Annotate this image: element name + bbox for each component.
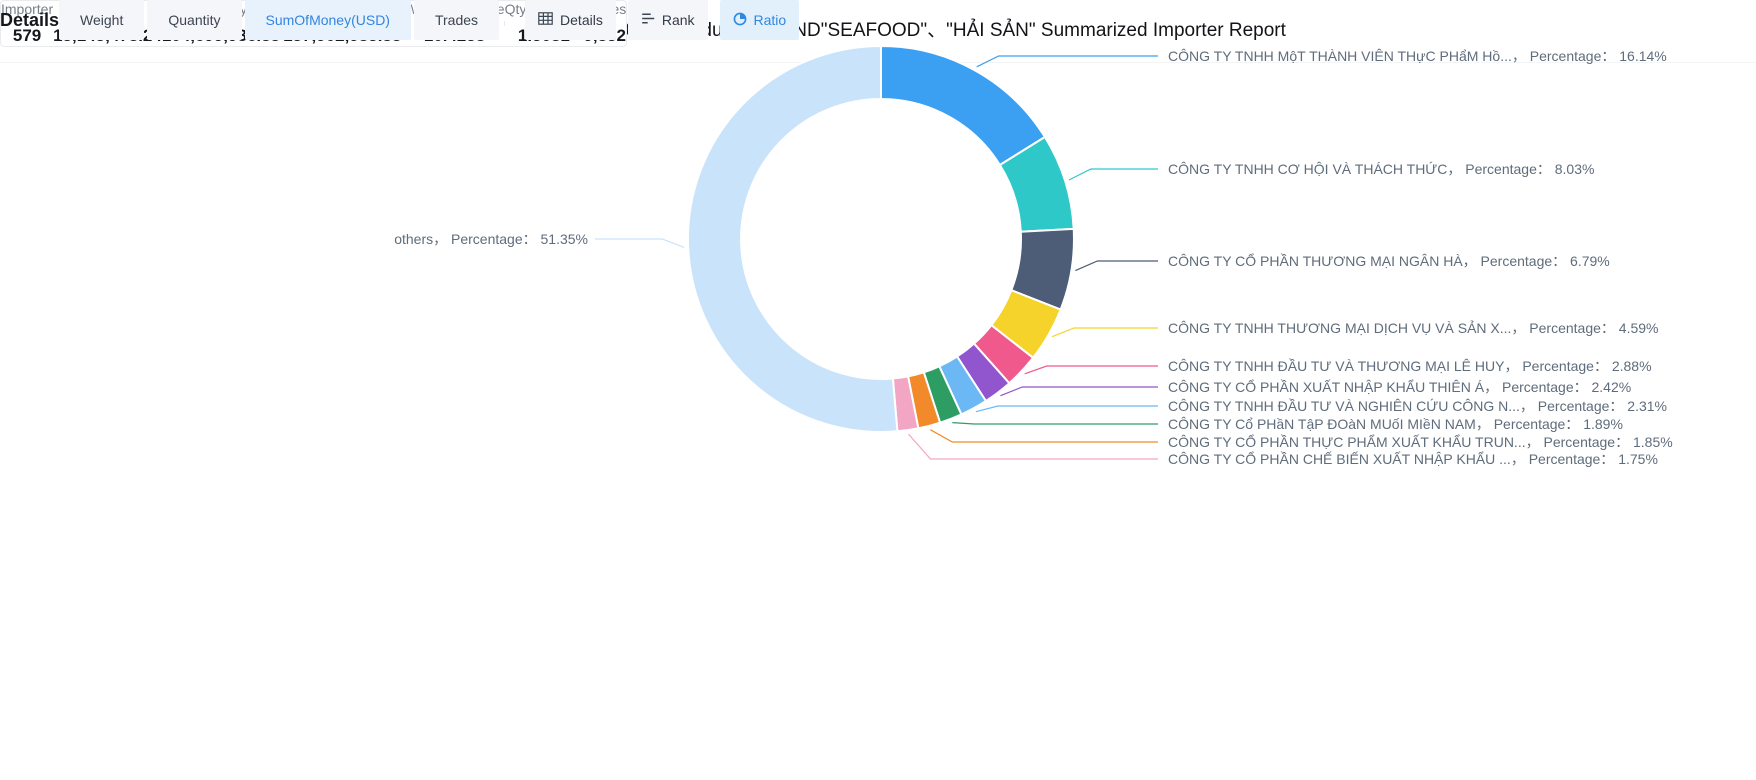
pie-leader-line xyxy=(595,239,684,247)
pie-leader-line xyxy=(930,430,1158,442)
pie-leader-line xyxy=(1025,366,1158,374)
pie-leader-line xyxy=(976,406,1158,412)
pie-leader-line xyxy=(1069,169,1158,180)
pie-label-0: CÔNG TY TNHH MộT THÀNH VIÊN THựC PHẩM Hồ… xyxy=(1168,48,1667,64)
pie-slice-10[interactable] xyxy=(688,46,897,432)
pie-label-1: CÔNG TY TNHH CƠ HỘI VÀ THÁCH THỨC， Perce… xyxy=(1168,161,1594,177)
pie-leader-line xyxy=(977,56,1158,67)
pie-label-6: CÔNG TY TNHH ĐẦU TƯ VÀ NGHIÊN CỨU CÔNG N… xyxy=(1168,398,1667,414)
pie-label-5: CÔNG TY CỔ PHẦN XUẤT NHẬP KHẨU THIÊN Á， … xyxy=(1168,378,1631,395)
ratio-donut-chart-area: CÔNG TY TNHH MộT THÀNH VIÊN THựC PHẩM Hồ… xyxy=(0,0,1756,470)
pie-label-4: CÔNG TY TNHH ĐẦU TƯ VÀ THƯƠNG MẠI LÊ HUY… xyxy=(1168,358,1652,374)
pie-leader-line xyxy=(1052,328,1158,337)
donut-chart: CÔNG TY TNHH MộT THÀNH VIÊN THựC PHẩM Hồ… xyxy=(0,0,1756,470)
pie-label-9: CÔNG TY CỔ PHẦN CHẾ BIẾN XUẤT NHẬP KHẨU … xyxy=(1168,450,1658,467)
pie-leader-line xyxy=(1000,387,1158,396)
pie-leader-line xyxy=(1075,261,1158,271)
pie-label-10: others， Percentage： 51.35% xyxy=(394,231,588,247)
pie-label-2: CÔNG TY CỔ PHẦN THƯƠNG MẠI NGÂN HÀ， Perc… xyxy=(1168,252,1610,269)
pie-slice-0[interactable] xyxy=(881,46,1045,165)
pie-label-8: CÔNG TY CỔ PHẦN THỰC PHẨM XUẤT KHẨU TRUN… xyxy=(1168,433,1673,450)
pie-label-3: CÔNG TY TNHH THƯƠNG MẠI DỊCH VỤ VÀ SẢN X… xyxy=(1168,320,1659,336)
pie-leader-line xyxy=(952,423,1158,424)
pie-label-7: CÔNG TY Cổ PHầN TậP ĐOàN MUốI MIềN NAM， … xyxy=(1168,416,1623,432)
